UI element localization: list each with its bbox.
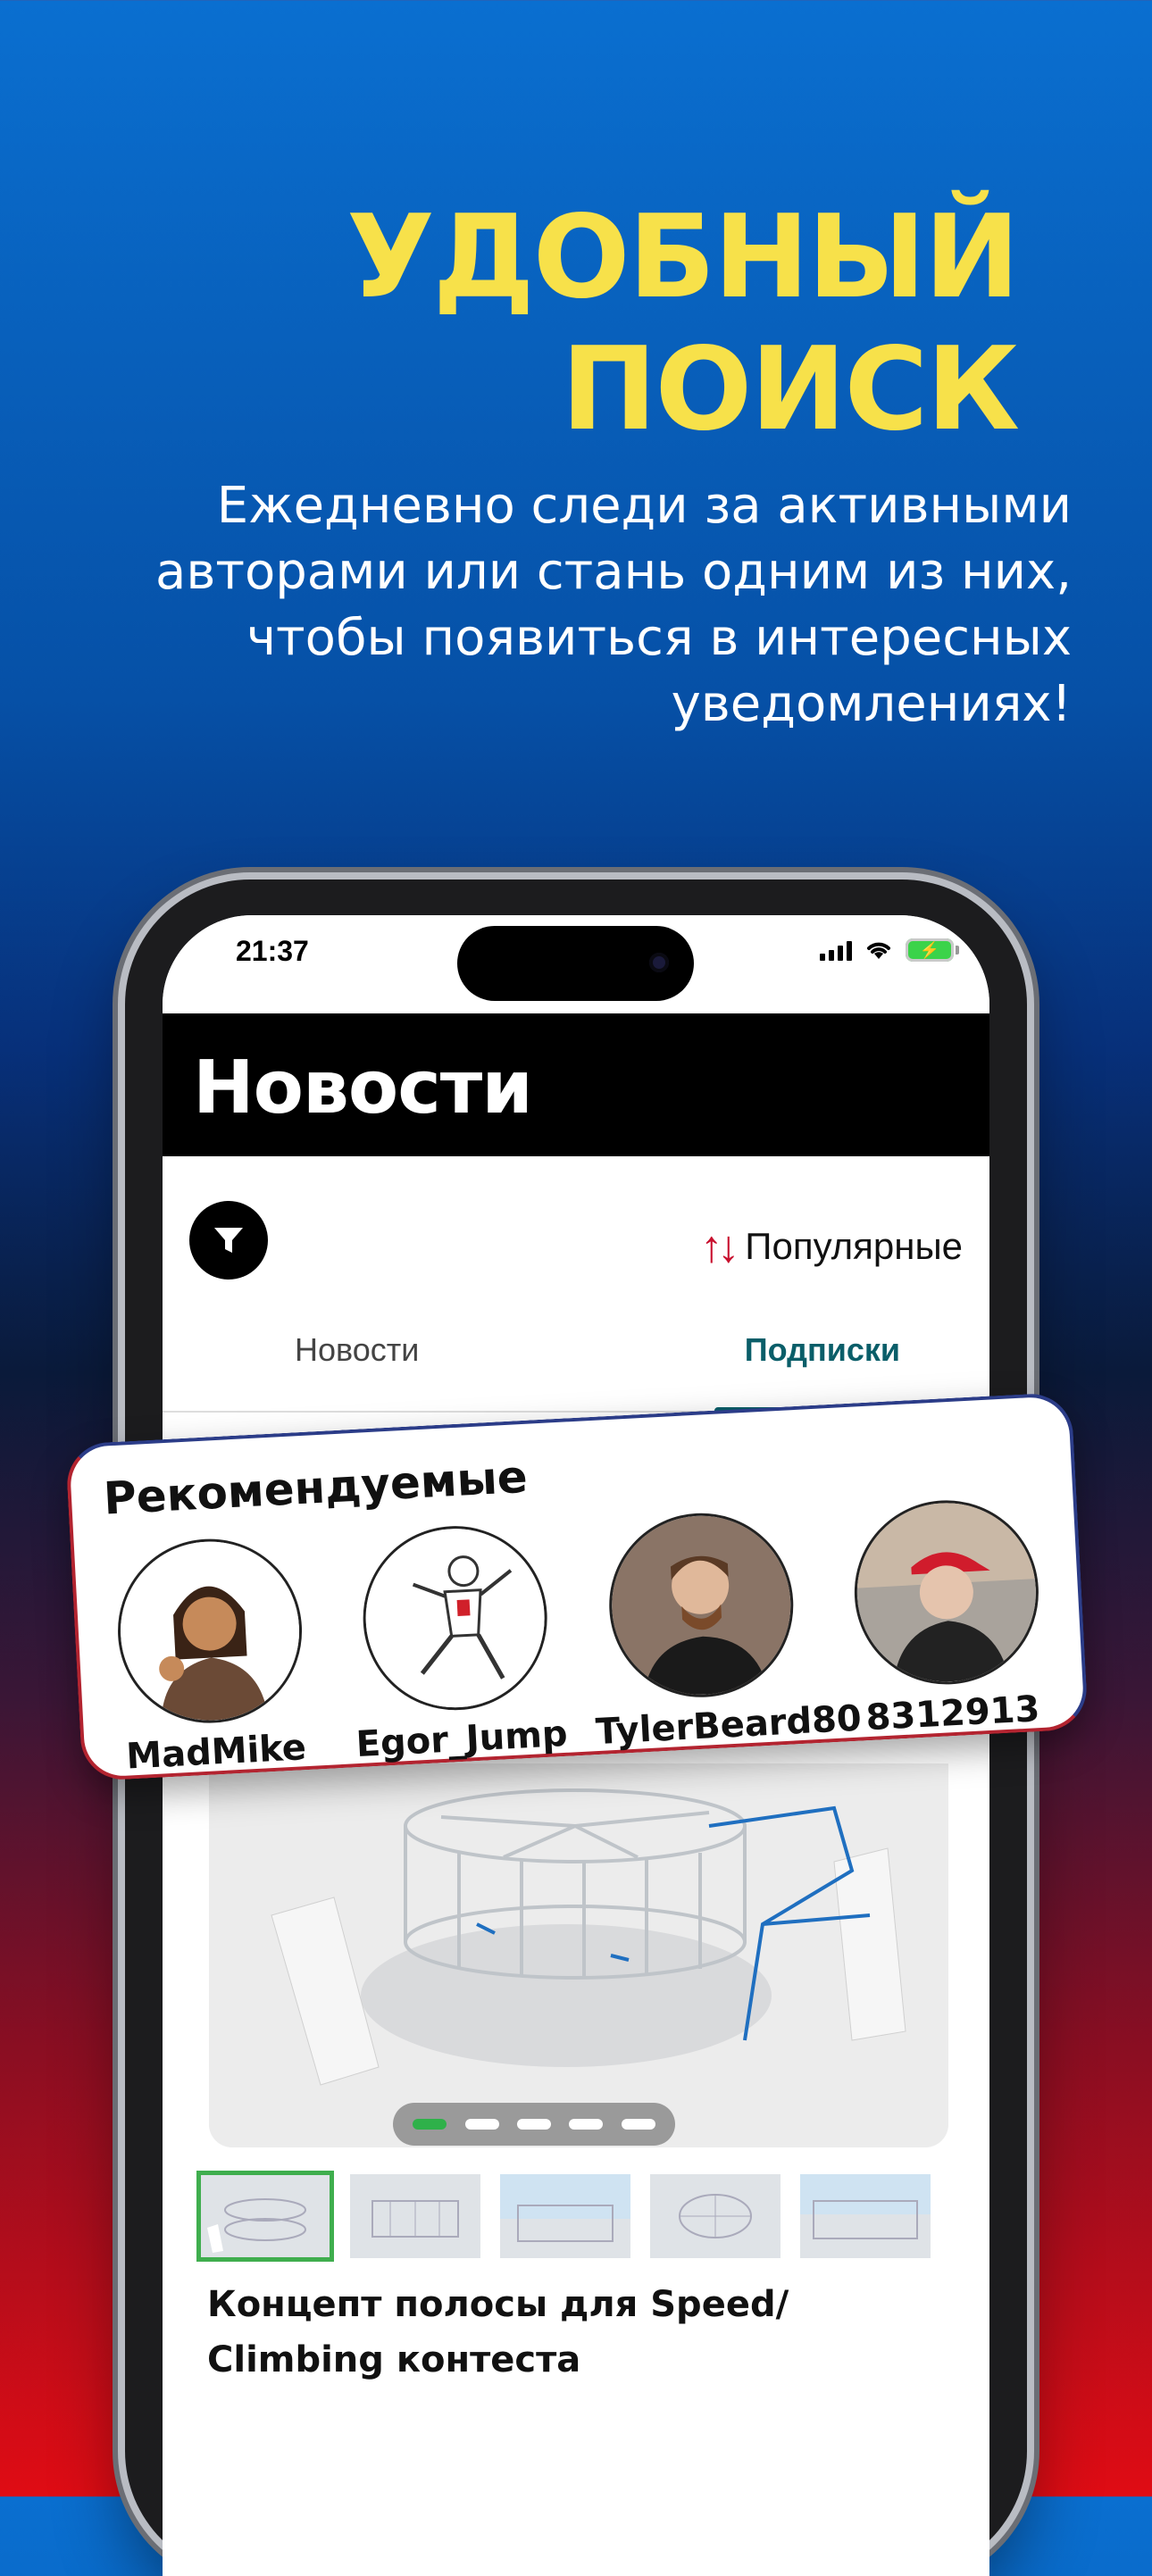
promo-headline: УДОБНЫЙ ПОИСК bbox=[346, 191, 1020, 456]
dynamic-island bbox=[457, 926, 694, 1001]
carousel-dot[interactable] bbox=[569, 2119, 604, 2130]
carousel-dot[interactable] bbox=[516, 2119, 551, 2130]
sort-label: Популярные bbox=[745, 1225, 963, 1267]
carousel-dot[interactable] bbox=[464, 2119, 499, 2130]
filter-icon bbox=[214, 1228, 243, 1253]
headline-line-2: ПОИСК bbox=[561, 323, 1020, 456]
recommended-user-madmike[interactable]: MadMike bbox=[94, 1533, 329, 1779]
subtitle-line-3: чтобы появиться в интересных bbox=[246, 609, 1072, 667]
thumbnail-strip bbox=[196, 2171, 931, 2262]
status-bar: 21:37 ⚡ bbox=[163, 915, 989, 1013]
avatar bbox=[604, 1508, 798, 1703]
user-name: 8312913 bbox=[864, 1688, 1041, 1739]
thumbnail[interactable] bbox=[500, 2174, 630, 2258]
avatar bbox=[849, 1496, 1044, 1689]
avatar bbox=[113, 1534, 307, 1728]
post-title[interactable]: Концепт полосы для Speed/ Climbing конте… bbox=[207, 2277, 886, 2388]
recommended-users-list: MadMike Egor_Jump TylerBeard80 8312913 bbox=[94, 1495, 1065, 1779]
page-title: Новости bbox=[193, 1046, 533, 1130]
recommended-user-8312913[interactable]: 8312913 bbox=[831, 1495, 1065, 1740]
subtitle-line-2: авторами или стань одним из них, bbox=[155, 543, 1072, 601]
recommended-user-egor-jump[interactable]: Egor_Jump bbox=[339, 1521, 574, 1766]
avatar bbox=[358, 1521, 553, 1715]
filter-button[interactable] bbox=[189, 1201, 268, 1280]
subtitle-line-4: уведомлениях! bbox=[671, 675, 1072, 733]
post-image-carousel[interactable] bbox=[209, 1763, 948, 2147]
sort-button[interactable]: ↑↓ Популярные bbox=[700, 1221, 963, 1272]
thumbnail[interactable] bbox=[196, 2171, 334, 2262]
carousel-dots bbox=[393, 2103, 675, 2146]
sort-arrows-icon: ↑↓ bbox=[700, 1221, 739, 1271]
carousel-dot[interactable] bbox=[413, 2119, 447, 2130]
post-title-line-1: Концепт полосы для Speed/ bbox=[207, 2284, 789, 2325]
recommended-card: Рекомендуемые MadMike Egor_Jump TylerBea… bbox=[64, 1391, 1089, 1782]
battery-charging-icon: ⚡ bbox=[906, 938, 959, 962]
status-icons: ⚡ bbox=[820, 938, 959, 962]
subtitle-line-1: Ежедневно следи за активными bbox=[216, 477, 1072, 535]
feed-tabs: Новости Подписки bbox=[163, 1308, 989, 1414]
recommended-user-tylerbeard80[interactable]: TylerBeard80 bbox=[585, 1507, 863, 1753]
tab-subscriptions[interactable]: Подписки bbox=[745, 1331, 900, 1369]
status-time: 21:37 bbox=[236, 935, 309, 967]
thumbnail[interactable] bbox=[350, 2174, 480, 2258]
promo-subtitle: Ежедневно следи за активными авторами ил… bbox=[45, 473, 1072, 738]
camera-icon bbox=[649, 953, 669, 972]
climbing-wall-render bbox=[209, 1763, 948, 2147]
wifi-icon bbox=[867, 942, 890, 959]
thumbnail[interactable] bbox=[800, 2174, 931, 2258]
post-title-line-2: Climbing контеста bbox=[207, 2339, 581, 2380]
carousel-dot[interactable] bbox=[621, 2119, 655, 2130]
recommended-title: Рекомендуемые bbox=[102, 1450, 530, 1525]
signal-icon bbox=[820, 939, 852, 961]
tab-news[interactable]: Новости bbox=[295, 1331, 419, 1369]
thumbnail[interactable] bbox=[650, 2174, 781, 2258]
filter-sort-row: ↑↓ Популярные bbox=[163, 1156, 989, 1308]
app-header: Новости bbox=[163, 1013, 989, 1156]
headline-line-1: УДОБНЫЙ bbox=[346, 191, 1020, 324]
